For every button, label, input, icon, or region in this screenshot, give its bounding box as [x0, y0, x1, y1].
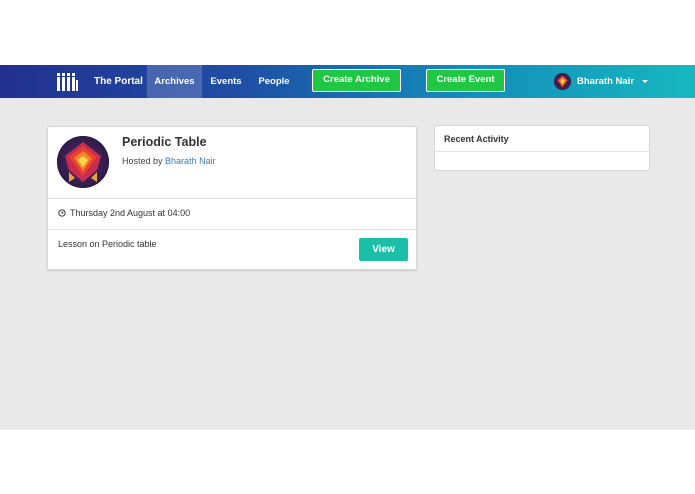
event-title[interactable]: Periodic Table — [122, 135, 207, 149]
create-event-button[interactable]: Create Event — [426, 69, 505, 92]
app-screen: The Portal Archives Events People Create… — [0, 65, 695, 430]
user-avatar-icon — [554, 73, 571, 90]
portal-logo-icon[interactable] — [57, 72, 79, 91]
user-name: Bharath Nair — [577, 76, 635, 87]
panel-divider — [435, 151, 649, 152]
top-navbar: The Portal Archives Events People Create… — [0, 65, 695, 98]
event-time: Thursday 2nd August at 04:00 — [58, 208, 190, 218]
event-time-text: Thursday 2nd August at 04:00 — [70, 208, 191, 218]
clock-icon — [58, 209, 66, 217]
host-prefix: Hosted by — [122, 156, 163, 166]
recent-activity-title: Recent Activity — [444, 134, 509, 144]
recent-activity-panel: Recent Activity — [434, 125, 650, 171]
caret-down-icon — [642, 80, 649, 83]
host-link[interactable]: Bharath Nair — [165, 156, 216, 166]
event-card: Periodic Table Hosted by Bharath Nair Th… — [47, 126, 417, 270]
user-menu[interactable]: Bharath Nair — [554, 65, 649, 98]
card-divider — [48, 229, 416, 230]
card-divider — [48, 198, 416, 199]
nav-link-people[interactable]: People — [254, 65, 294, 98]
create-archive-button[interactable]: Create Archive — [312, 69, 401, 92]
event-host-avatar — [57, 136, 109, 188]
nav-link-archives[interactable]: Archives — [147, 65, 202, 98]
nav-link-events[interactable]: Events — [206, 65, 246, 98]
event-host: Hosted by Bharath Nair — [122, 156, 216, 166]
brand-name[interactable]: The Portal — [94, 65, 143, 98]
event-description: Lesson on Periodic table — [58, 239, 157, 249]
view-button[interactable]: View — [359, 238, 408, 261]
